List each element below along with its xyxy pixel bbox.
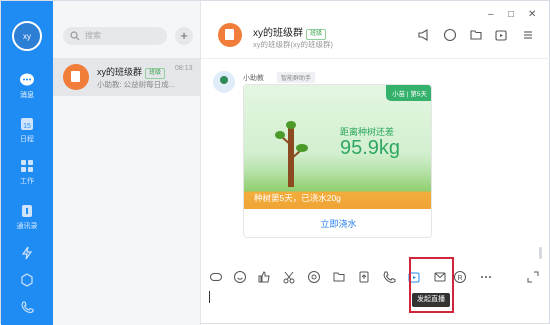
left-nav: xy 消息 15 日程 工作 通讯录 <box>1 1 53 325</box>
chat-bubble-icon[interactable] <box>443 28 457 42</box>
nav-label: 工作 <box>20 178 34 185</box>
message-area: 小助教 智能群助手 小苗 | 第5天 距离种树还差 95.9kg 种树第5天，已… <box>201 59 550 259</box>
more-menu-icon[interactable] <box>521 28 535 42</box>
card-value: 95.9kg <box>340 137 401 159</box>
chat-title-text: xy的班级群 <box>253 28 303 39</box>
group-avatar <box>63 64 89 90</box>
expand-icon[interactable] <box>526 270 540 284</box>
emoji-icon[interactable] <box>233 270 247 284</box>
nav-label: 消息 <box>20 92 34 99</box>
nav-item-messages[interactable]: 消息 <box>1 73 53 100</box>
chat-title: xy的班级群 班级 <box>253 24 327 40</box>
class-tag: 班级 <box>145 68 166 79</box>
folder-icon[interactable] <box>469 28 483 42</box>
minimize-button[interactable]: – <box>488 9 494 20</box>
redpacket-icon[interactable]: R <box>453 270 467 284</box>
conversation-preview: 小助教: 公益树每日成... <box>97 80 175 89</box>
close-button[interactable]: ✕ <box>528 9 536 20</box>
sender-name: 小助教 <box>243 75 264 82</box>
search-input[interactable]: 搜索 <box>63 27 167 45</box>
text-caret <box>209 291 210 303</box>
sender-tag: 智能群助手 <box>277 72 316 83</box>
nav-item-hexagon[interactable] <box>1 273 53 290</box>
nav-item-phone[interactable] <box>1 300 53 317</box>
conversation-list: 搜索 + xy的班级群 班级 08:13 小助教: 公益树每日成... <box>53 1 201 325</box>
phone-icon <box>21 301 34 313</box>
search-placeholder: 搜索 <box>85 31 101 40</box>
conversation-item[interactable]: xy的班级群 班级 08:13 小助教: 公益树每日成... <box>53 58 201 96</box>
calendar-icon: 15 <box>21 118 33 130</box>
user-avatar[interactable]: xy <box>12 21 42 51</box>
conversation-time: 08:13 <box>175 65 193 72</box>
nav-item-contacts[interactable]: 通讯录 <box>1 204 53 231</box>
chat-header: – □ ✕ xy的班级群 班级 xy的班级群(xy的班级群) <box>201 1 550 59</box>
gif-icon[interactable] <box>209 270 223 284</box>
conversation-name-text: xy的班级群 <box>97 67 143 77</box>
nav-item-lightning[interactable] <box>1 246 53 263</box>
more-icon[interactable] <box>479 270 493 284</box>
thumbs-up-icon[interactable] <box>257 270 271 284</box>
scissors-icon[interactable] <box>282 270 296 284</box>
announcement-icon[interactable] <box>417 28 431 42</box>
message-input[interactable] <box>209 289 539 309</box>
nav-item-work[interactable]: 工作 <box>1 159 53 186</box>
maximize-button[interactable]: □ <box>508 9 514 20</box>
tree-planting-card[interactable]: 小苗 | 第5天 距离种树还差 95.9kg 种树第5天，已浇水20g 立即浇水 <box>243 84 432 238</box>
svg-text:15: 15 <box>23 123 31 130</box>
apps-grid-icon <box>21 160 33 172</box>
card-illustration: 小苗 | 第5天 距离种树还差 95.9kg 种树第5天，已浇水20g <box>244 85 431 209</box>
live-icon[interactable] <box>494 28 508 42</box>
app-window: xy 消息 15 日程 工作 通讯录 搜索 + xy的班级群 班级 08:13 小… <box>0 0 550 325</box>
chat-icon <box>20 73 34 86</box>
scrollbar[interactable] <box>539 247 542 259</box>
live-tooltip: 发起直播 <box>412 293 450 307</box>
file-upload-icon[interactable] <box>357 270 371 284</box>
card-footer: 种树第5天，已浇水20g <box>254 193 341 203</box>
mention-icon[interactable] <box>307 270 321 284</box>
search-icon <box>70 31 80 41</box>
contacts-icon <box>22 205 32 217</box>
stage-badge: 小苗 | 第5天 <box>386 85 431 101</box>
group-avatar <box>218 23 242 47</box>
lightning-icon <box>21 246 33 260</box>
phone-icon[interactable] <box>382 270 396 284</box>
sender-avatar <box>213 71 235 93</box>
chat-subtitle: xy的班级群(xy的班级群) <box>253 40 333 49</box>
water-now-button[interactable]: 立即浇水 <box>244 209 431 237</box>
nav-label: 日程 <box>20 136 34 143</box>
svg-text:R: R <box>457 275 462 282</box>
hexagon-icon <box>21 273 33 287</box>
add-button[interactable]: + <box>175 27 193 45</box>
folder-icon[interactable] <box>332 270 346 284</box>
tree-icon <box>275 121 308 187</box>
nav-item-schedule[interactable]: 15 日程 <box>1 117 53 144</box>
nav-label: 通讯录 <box>16 223 38 230</box>
conversation-name: xy的班级群 班级 <box>97 65 166 79</box>
chat-panel: – □ ✕ xy的班级群 班级 xy的班级群(xy的班级群) 小助教 智能群助手 … <box>201 1 550 325</box>
